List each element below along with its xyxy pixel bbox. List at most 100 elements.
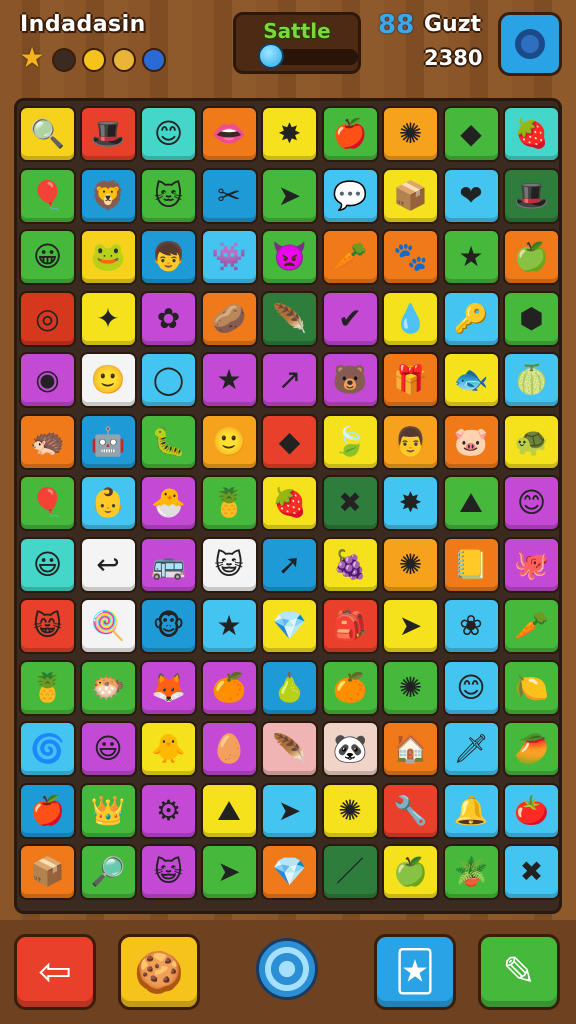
tile-face-icon[interactable]: 😊 xyxy=(503,475,560,531)
tile-drop-icon[interactable]: 💧 xyxy=(382,290,439,347)
tile-pineapple-icon[interactable]: 🍍 xyxy=(19,659,76,716)
tile-octopus-icon[interactable]: 🐙 xyxy=(503,536,560,593)
tile-man-icon[interactable]: 👨 xyxy=(382,413,439,470)
tile-magnifier-icon[interactable]: 🔎 xyxy=(79,844,137,900)
tile-apple-icon[interactable]: 🍎 xyxy=(19,782,76,839)
tile-gear-icon[interactable]: ⚙ xyxy=(140,782,197,839)
tile-melon-icon[interactable]: 🍈 xyxy=(503,352,560,408)
star-icon[interactable]: ★ xyxy=(18,44,46,74)
tile-cat-icon[interactable]: 😺 xyxy=(200,536,258,593)
tile-face-icon[interactable]: 😃 xyxy=(19,536,76,593)
tile-arrow-icon[interactable]: ➤ xyxy=(261,782,318,839)
tile-lemon-icon[interactable]: 🍋 xyxy=(503,659,560,716)
tile-tomato-icon[interactable]: 🍅 xyxy=(503,782,560,839)
tile-apple-icon[interactable]: 🍎 xyxy=(321,106,379,162)
tile-plant-icon[interactable]: 🪴 xyxy=(442,844,500,900)
tile-arrow-icon[interactable]: ➤ xyxy=(382,598,439,654)
tile-hat-icon[interactable]: 🎩 xyxy=(503,167,560,224)
tile-apple-icon[interactable]: 🍏 xyxy=(503,229,560,285)
tile-berry-icon[interactable]: 🍓 xyxy=(503,106,560,162)
tile-stick-icon[interactable]: ／ xyxy=(321,844,379,900)
tile-monkey-icon[interactable]: 🐵 xyxy=(140,598,197,654)
tile-hedgehog-icon[interactable]: 🦔 xyxy=(19,413,76,470)
tile-box-icon[interactable]: 📦 xyxy=(382,167,439,224)
tile-feather-icon[interactable]: 🪶 xyxy=(261,290,318,347)
tile-monster-icon[interactable]: 👾 xyxy=(200,229,258,285)
tile-cat-icon[interactable]: 😺 xyxy=(140,844,197,900)
tile-turtle-icon[interactable]: 🐢 xyxy=(503,413,560,470)
tile-key-icon[interactable]: 🔑 xyxy=(442,290,500,347)
tile-blob-icon[interactable]: ✿ xyxy=(140,290,197,347)
tile-face-icon[interactable]: 🙂 xyxy=(79,352,137,408)
tile-radish-icon[interactable]: 🥕 xyxy=(321,229,379,285)
tile-arrow-icon[interactable]: ↗ xyxy=(261,352,318,408)
tile-star-icon[interactable]: ★ xyxy=(200,352,258,408)
tile-egg-icon[interactable]: 🥚 xyxy=(200,721,258,777)
tile-balloon-icon[interactable]: 🎈 xyxy=(19,167,76,224)
tile-donut-icon[interactable]: ◉ xyxy=(19,352,76,408)
tile-ring-icon[interactable]: ◎ xyxy=(19,290,76,347)
tile-fish-icon[interactable]: 🐟 xyxy=(442,352,500,408)
tile-lollipop-icon[interactable]: 🍭 xyxy=(79,598,137,654)
tile-carrot-icon[interactable]: 🥕 xyxy=(503,598,560,654)
tile-book-icon[interactable]: 📒 xyxy=(442,536,500,593)
tile-star-icon[interactable]: ★ xyxy=(200,598,258,654)
tile-hat-icon[interactable]: 🎩 xyxy=(79,106,137,162)
tile-chick-icon[interactable]: 🐥 xyxy=(140,721,197,777)
tile-house-icon[interactable]: 🏠 xyxy=(382,721,439,777)
tile-grape-icon[interactable]: 🍇 xyxy=(321,536,379,593)
tile-return-icon[interactable]: ↩ xyxy=(79,536,137,593)
tile-balloon-icon[interactable]: 🎈 xyxy=(19,475,76,531)
progress-knob-icon[interactable] xyxy=(258,43,284,69)
tile-baby-icon[interactable]: 👶 xyxy=(79,475,137,531)
tile-strawberry-icon[interactable]: 🍓 xyxy=(261,475,318,531)
tile-mountain-icon[interactable]: ⛰ xyxy=(442,475,500,531)
tile-swirl-icon[interactable]: 🌀 xyxy=(19,721,76,777)
tile-gem-icon[interactable]: 💎 xyxy=(261,844,318,900)
tile-diamond-icon[interactable]: ◆ xyxy=(261,413,318,470)
tile-splat-icon[interactable]: ✺ xyxy=(382,659,439,716)
tile-flower-icon[interactable]: ❀ xyxy=(442,598,500,654)
tile-paw-icon[interactable]: 🐾 xyxy=(382,229,439,285)
tile-bug-icon[interactable]: 🐛 xyxy=(140,413,197,470)
tile-heart-icon[interactable]: ❤ xyxy=(442,167,500,224)
tile-crown-icon[interactable]: 👑 xyxy=(79,782,137,839)
tile-bell-icon[interactable]: 🔔 xyxy=(442,782,500,839)
tile-fish-icon[interactable]: 🐡 xyxy=(79,659,137,716)
tile-flower-icon[interactable]: ✺ xyxy=(321,782,379,839)
tile-wrench-icon[interactable]: 🔧 xyxy=(382,782,439,839)
tile-bus-icon[interactable]: 🚌 xyxy=(140,536,197,593)
tile-boy-icon[interactable]: 👦 xyxy=(140,229,197,285)
tile-face-icon[interactable]: 🙂 xyxy=(200,413,258,470)
tile-face-icon[interactable]: 😊 xyxy=(140,106,197,162)
tile-box-icon[interactable]: 📦 xyxy=(19,844,76,900)
tile-frog-icon[interactable]: 🐸 xyxy=(79,229,137,285)
tile-star-icon[interactable]: ★ xyxy=(442,229,500,285)
tile-flower-icon[interactable]: ✺ xyxy=(382,106,439,162)
tile-ring-icon[interactable]: ◯ xyxy=(140,352,197,408)
tile-face-icon[interactable]: 😊 xyxy=(442,659,500,716)
tile-burst-icon[interactable]: ✸ xyxy=(261,106,318,162)
back-button[interactable]: ⇦ xyxy=(14,934,96,1010)
tile-mango-icon[interactable]: 🥭 xyxy=(503,721,560,777)
tile-sword-icon[interactable]: 🗡 xyxy=(442,721,500,777)
tile-cat-icon[interactable]: 😸 xyxy=(19,598,76,654)
swirl-icon[interactable] xyxy=(256,938,318,1000)
tile-bag-icon[interactable]: 🎒 xyxy=(321,598,379,654)
tile-cross-icon[interactable]: ✖ xyxy=(321,475,379,531)
tile-bubble-icon[interactable]: 💬 xyxy=(321,167,379,224)
tile-apple-icon[interactable]: 🍏 xyxy=(382,844,439,900)
tile-pig-icon[interactable]: 🐷 xyxy=(442,413,500,470)
tile-panda-icon[interactable]: 🐼 xyxy=(321,721,379,777)
tile-robot-icon[interactable]: 🤖 xyxy=(79,413,137,470)
tile-arrow-icon[interactable]: ➤ xyxy=(200,844,258,900)
tile-splat-icon[interactable]: ✺ xyxy=(382,536,439,593)
tile-spark-icon[interactable]: ✦ xyxy=(79,290,137,347)
tile-cross-icon[interactable]: ✖ xyxy=(503,844,560,900)
tile-hexagon-icon[interactable]: ⬢ xyxy=(503,290,560,347)
tile-potato-icon[interactable]: 🥔 xyxy=(200,290,258,347)
tile-cat-icon[interactable]: 🐱 xyxy=(140,167,197,224)
tile-gem-icon[interactable]: 💎 xyxy=(261,598,318,654)
tile-orange-icon[interactable]: 🍊 xyxy=(321,659,379,716)
tile-lion-icon[interactable]: 🦁 xyxy=(79,167,137,224)
